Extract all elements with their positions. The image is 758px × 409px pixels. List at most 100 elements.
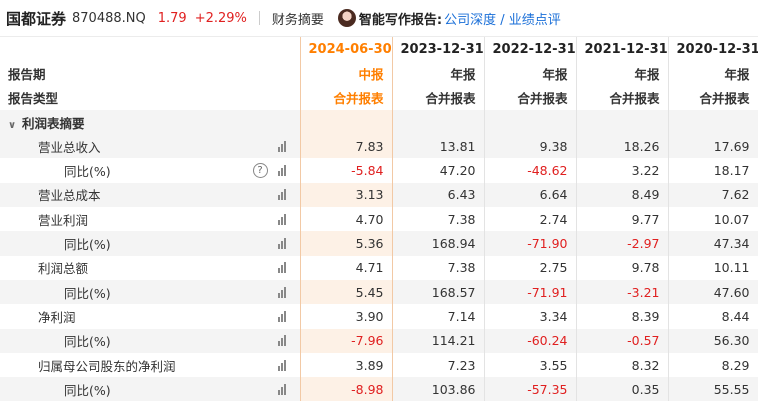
value-cell: -0.57 — [576, 328, 669, 353]
stock-code: 870488.NQ — [72, 10, 146, 26]
row-label: 营业总成本 — [38, 188, 101, 204]
row-label-cell: 营业总成本 — [0, 182, 300, 208]
financial-summary-tab[interactable]: 财务摘要 — [272, 9, 324, 28]
row-label: 营业总收入 — [38, 139, 101, 155]
value-cell: 168.94 — [392, 231, 485, 256]
value-cell: -7.96 — [299, 328, 393, 353]
report-type-cell: 合并报表 — [668, 85, 758, 110]
report-type-cell: 合并报表 — [576, 85, 669, 110]
row-label: 营业利润 — [38, 212, 89, 228]
value-cell: 9.38 — [484, 134, 577, 159]
value-cell: 5.36 — [299, 231, 393, 256]
value-cell: 0.35 — [576, 377, 669, 402]
section-title: 利润表摘要 — [22, 115, 85, 131]
value-cell: 17.69 — [668, 134, 758, 159]
table-row: 营业总成本 3.13 6.43 6.64 8.49 7.62 — [0, 182, 758, 208]
value-cell: 168.57 — [392, 279, 485, 305]
value-cell: 8.44 — [668, 304, 758, 329]
row-label-cell: 营业利润 — [0, 207, 300, 231]
value-cell: 10.07 — [668, 207, 758, 232]
bar-chart-icon[interactable] — [277, 213, 290, 225]
column-date[interactable]: 2023-12-31 — [392, 37, 485, 62]
value-cell: 7.38 — [392, 255, 485, 280]
row-label-cell: 净利润 — [0, 304, 300, 328]
corner-cell — [0, 37, 300, 61]
value-cell: -5.84 — [299, 158, 393, 183]
value-cell: 114.21 — [392, 328, 485, 353]
value-cell: 5.45 — [299, 279, 393, 305]
value-cell: 4.70 — [299, 207, 393, 232]
value-cell: -71.90 — [484, 231, 577, 256]
value-cell: 7.23 — [392, 352, 485, 378]
table-row: 营业总收入 7.83 13.81 9.38 18.26 17.69 — [0, 134, 758, 159]
value-cell: -8.98 — [299, 377, 393, 402]
empty-cell — [484, 109, 577, 135]
empty-cell — [392, 109, 485, 135]
row-label: 归属母公司股东的净利润 — [38, 358, 176, 374]
bar-chart-icon[interactable] — [277, 335, 290, 347]
column-date[interactable]: 2020-12-31 — [668, 37, 758, 62]
bar-chart-icon[interactable] — [277, 238, 290, 250]
value-cell: 7.14 — [392, 304, 485, 329]
row-label: 净利润 — [38, 309, 76, 325]
help-icon[interactable]: ? — [252, 163, 268, 179]
bar-chart-icon[interactable] — [277, 286, 290, 298]
chevron-down-icon[interactable]: ∨ — [8, 120, 18, 131]
ai-report-label: 智能写作报告: — [358, 12, 443, 28]
row-label: 报告类型 — [8, 91, 59, 107]
value-cell: 9.77 — [576, 207, 669, 232]
value-cell: 6.64 — [484, 182, 577, 208]
value-cell: 55.55 — [668, 377, 758, 402]
report-period-cell: 中报 — [299, 61, 393, 86]
section-toggle[interactable]: ∨ 利润表摘要 — [0, 109, 300, 135]
bar-chart-icon[interactable] — [277, 189, 290, 201]
value-cell: 3.34 — [484, 304, 577, 329]
row-label-cell: 同比(%) — [0, 377, 300, 402]
row-label-cell: 同比(%)? — [0, 158, 300, 182]
report-period-cell: 年报 — [392, 61, 485, 86]
value-cell: 7.38 — [392, 207, 485, 232]
table-row: 同比(%) 5.45 168.57 -71.91 -3.21 47.60 — [0, 279, 758, 305]
row-label: 同比(%) — [64, 382, 111, 398]
row-label: 利润总额 — [38, 261, 89, 277]
value-cell: 13.81 — [392, 134, 485, 159]
value-cell: -71.91 — [484, 279, 577, 305]
table-row: 同比(%)? -5.84 47.20 -48.62 3.22 18.17 — [0, 158, 758, 183]
column-date[interactable]: 2021-12-31 — [576, 37, 669, 62]
report-period-cell: 年报 — [668, 61, 758, 86]
bar-chart-icon[interactable] — [277, 310, 290, 322]
column-date[interactable]: 2022-12-31 — [484, 37, 577, 62]
report-type-cell: 合并报表 — [484, 85, 577, 110]
bar-chart-icon[interactable] — [277, 165, 290, 177]
column-date[interactable]: 2024-06-30 — [299, 37, 393, 62]
value-cell: -57.35 — [484, 377, 577, 402]
row-label: 同比(%) — [64, 334, 111, 350]
bar-chart-icon[interactable] — [277, 140, 290, 152]
value-cell: 3.22 — [576, 158, 669, 183]
stock-name: 国都证券 — [6, 9, 67, 28]
value-cell: 7.62 — [668, 182, 758, 208]
value-cell: 8.49 — [576, 182, 669, 208]
table-row: 同比(%) -8.98 103.86 -57.35 0.35 55.55 — [0, 377, 758, 402]
table-row: 净利润 3.90 7.14 3.34 8.39 8.44 — [0, 304, 758, 329]
row-label: 同比(%) — [64, 285, 111, 301]
value-cell: 56.30 — [668, 328, 758, 353]
report-period-row: 报告期 中报 年报 年报 年报 年报 — [0, 61, 758, 86]
bar-chart-icon[interactable] — [277, 262, 290, 274]
section-header-row[interactable]: ∨ 利润表摘要 — [0, 109, 758, 135]
report-period-cell: 年报 — [576, 61, 669, 86]
bar-chart-icon[interactable] — [277, 383, 290, 395]
bar-chart-icon[interactable] — [277, 359, 290, 371]
empty-cell — [576, 109, 669, 135]
table-row: 营业利润 4.70 7.38 2.74 9.77 10.07 — [0, 207, 758, 232]
value-cell: 103.86 — [392, 377, 485, 402]
row-label-cell: 同比(%) — [0, 279, 300, 305]
report-type-cell: 合并报表 — [299, 85, 393, 110]
value-cell: 2.75 — [484, 255, 577, 280]
row-label-cell: 同比(%) — [0, 231, 300, 256]
ai-report-link[interactable]: 公司深度 / 业绩点评 — [444, 9, 561, 28]
value-cell: 3.90 — [299, 304, 393, 329]
value-cell: 8.29 — [668, 352, 758, 378]
divider — [258, 11, 260, 25]
value-cell: 3.55 — [484, 352, 577, 378]
